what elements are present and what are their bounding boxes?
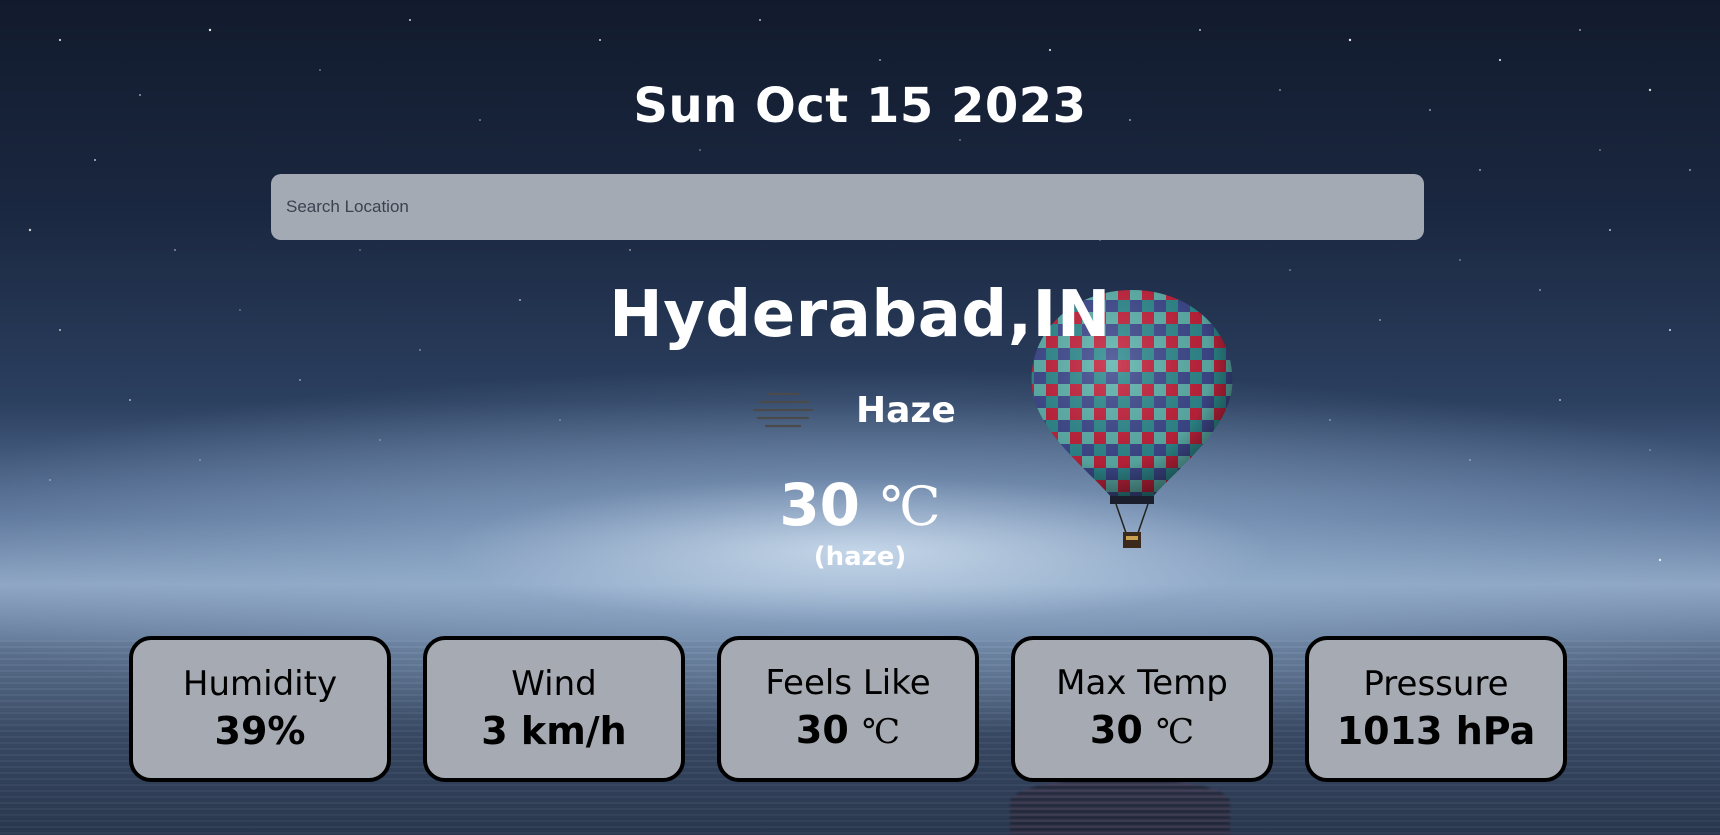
stat-label: Max Temp xyxy=(1056,663,1228,703)
stat-value-unit: ℃ xyxy=(862,712,901,752)
current-temperature: 30 ℃ xyxy=(0,470,1720,542)
weather-description: (haze) xyxy=(813,542,907,572)
condition-label: Haze xyxy=(856,389,956,431)
stat-card-feels-like: Feels Like 30 ℃ xyxy=(717,636,979,782)
stat-card-max-temp: Max Temp 30 ℃ xyxy=(1011,636,1273,782)
stat-value: 1013 hPa xyxy=(1337,706,1536,756)
stat-label: Wind xyxy=(511,664,597,704)
temperature-value: 30 xyxy=(779,471,861,539)
balloon-reflection xyxy=(1010,780,1230,835)
stat-card-humidity: Humidity 39% xyxy=(129,636,391,782)
stat-value-number: 30 xyxy=(1089,708,1143,752)
current-date: Sun Oct 15 2023 xyxy=(633,78,1087,134)
stat-label: Feels Like xyxy=(765,663,931,703)
stat-label: Humidity xyxy=(182,664,338,704)
weather-stats: Humidity 39% Wind 3 km/h Feels Like 30 ℃… xyxy=(129,636,1567,782)
stat-value-number: 30 xyxy=(795,708,849,752)
stat-value: 30 ℃ xyxy=(1090,705,1194,757)
haze-icon xyxy=(752,392,814,428)
search-location-input[interactable] xyxy=(271,174,1424,240)
stat-value: 3 km/h xyxy=(481,706,626,756)
location-name: Hyderabad,IN xyxy=(609,278,1111,352)
stat-value-number: 1013 hPa xyxy=(1336,709,1536,753)
stat-value-number: 39% xyxy=(214,709,306,753)
stat-card-wind: Wind 3 km/h xyxy=(423,636,685,782)
stat-value-number: 3 km/h xyxy=(481,709,627,753)
stat-label: Pressure xyxy=(1363,664,1509,704)
stat-value: 30 ℃ xyxy=(796,705,900,757)
stat-value-unit: ℃ xyxy=(1156,712,1195,752)
stat-value: 39% xyxy=(215,706,306,756)
search-bar[interactable] xyxy=(271,174,1424,240)
temperature-unit: ℃ xyxy=(880,475,941,538)
stat-card-pressure: Pressure 1013 hPa xyxy=(1305,636,1567,782)
weather-condition: Haze xyxy=(750,385,956,435)
